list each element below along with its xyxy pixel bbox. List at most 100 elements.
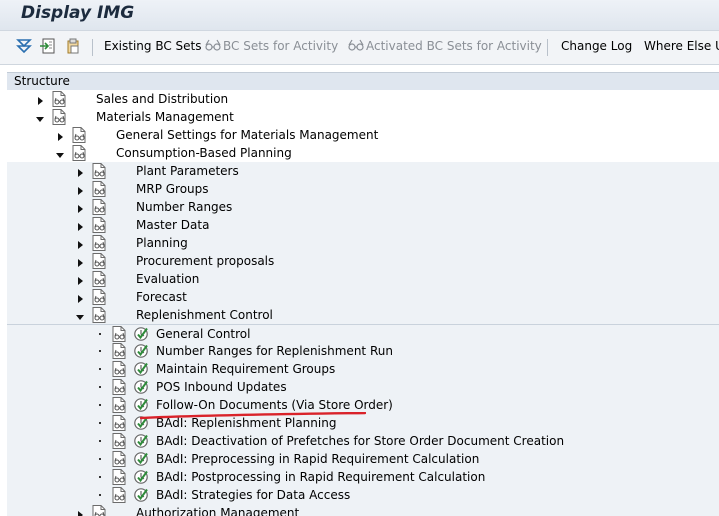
documentation-icon[interactable] [92,217,106,233]
documentation-icon[interactable] [112,343,126,359]
expand-arrow-icon[interactable] [76,238,84,249]
documentation-icon[interactable] [92,235,106,251]
collapse-arrow-icon[interactable] [56,148,64,158]
expand-arrow-icon[interactable] [76,202,84,213]
documentation-icon[interactable] [112,379,126,395]
documentation-icon[interactable] [72,127,86,143]
tree-column-header: Structure [7,72,719,91]
tree-node[interactable]: Consumption-Based Planning [7,144,719,162]
expand-arrow-icon[interactable] [36,94,44,105]
tree-node-label: BAdI: Postprocessing in Rapid Requiremen… [156,470,486,484]
expand-arrow-icon[interactable] [76,508,84,516]
tree-node[interactable]: Replenishment Control [7,306,719,324]
leaf-bullet [99,476,101,478]
tree-node-label: MRP Groups [136,182,209,196]
tree-node[interactable]: Evaluation [7,270,719,288]
tree-node[interactable]: BAdI: Strategies for Data Access [7,486,719,504]
leaf-bullet [99,333,101,335]
tree-node[interactable]: Maintain Requirement Groups [7,360,719,378]
tree-node-label: Replenishment Control [136,308,273,322]
expand-arrow-icon[interactable] [76,184,84,195]
existing-bc-sets-button[interactable]: Existing BC Sets [104,39,202,53]
tree-node[interactable]: MRP Groups [7,180,719,198]
documentation-icon[interactable] [112,361,126,377]
expand-arrow-icon[interactable] [76,220,84,231]
tree-node-label: Materials Management [96,110,234,124]
toolbar-separator [547,39,548,56]
execute-activity-icon[interactable] [133,397,149,413]
tree-node-label: Plant Parameters [136,164,239,178]
expand-arrow-icon[interactable] [56,130,64,141]
tree-node[interactable]: Planning [7,234,719,252]
documentation-icon[interactable] [112,326,126,342]
tree-node[interactable]: General Settings for Materials Managemen… [7,126,719,144]
activated-bc-sets-label: Activated BC Sets for Activity [366,39,542,53]
expand-arrow-icon[interactable] [76,274,84,285]
documentation-icon[interactable] [112,433,126,449]
execute-activity-icon[interactable] [133,326,149,342]
tree-node[interactable]: General Control [7,324,719,343]
execute-activity-icon[interactable] [133,451,149,467]
load-icon[interactable] [40,38,56,54]
execute-activity-icon[interactable] [133,379,149,395]
tree-node[interactable]: Plant Parameters [7,162,719,180]
tree-node[interactable]: Sales and Distribution [7,90,719,108]
documentation-icon[interactable] [92,199,106,215]
tree-node[interactable]: BAdI: Deactivation of Prefetches for Sto… [7,432,719,450]
documentation-icon[interactable] [112,487,126,503]
execute-activity-icon[interactable] [133,487,149,503]
tree-node[interactable]: POS Inbound Updates [7,378,719,396]
bc-sets-for-activity-label: BC Sets for Activity [223,39,339,53]
tree-node-label: Authorization Management [136,506,300,516]
execute-activity-icon[interactable] [133,433,149,449]
documentation-icon[interactable] [92,271,106,287]
tree-node[interactable]: Number Ranges for Replenishment Run [7,342,719,360]
clipboard-icon[interactable] [65,38,81,54]
documentation-icon[interactable] [52,91,66,107]
tree-node[interactable]: BAdI: Preprocessing in Rapid Requirement… [7,450,719,468]
documentation-icon[interactable] [112,469,126,485]
tree-node-label: Forecast [136,290,187,304]
documentation-icon[interactable] [92,163,106,179]
execute-activity-icon[interactable] [133,361,149,377]
tree-node[interactable]: Master Data [7,216,719,234]
tree-node[interactable]: BAdI: Postprocessing in Rapid Requiremen… [7,468,719,486]
red-underline-annotation [140,412,366,420]
collapse-arrow-icon[interactable] [36,112,44,122]
expand-all-icon[interactable] [16,38,32,54]
tree-node[interactable]: Authorization Management [7,504,719,516]
leaf-bullet [99,440,101,442]
documentation-icon[interactable] [52,109,66,125]
tree-node[interactable]: Number Ranges [7,198,719,216]
expand-arrow-icon[interactable] [76,292,84,303]
execute-activity-icon[interactable] [133,469,149,485]
expand-arrow-icon[interactable] [76,166,84,177]
tree-node[interactable]: Materials Management [7,108,719,126]
glasses-icon [348,39,364,51]
documentation-icon[interactable] [92,307,106,323]
tree-node-label: General Control [156,327,251,341]
tree-node-label: Planning [136,236,188,250]
img-structure-tree: Sales and Distribution Materials Manageme… [7,90,719,516]
tree-node-label: Maintain Requirement Groups [156,362,336,376]
documentation-icon[interactable] [112,397,126,413]
documentation-icon[interactable] [112,451,126,467]
documentation-icon[interactable] [92,181,106,197]
documentation-icon[interactable] [92,289,106,305]
change-log-button[interactable]: Change Log [561,39,632,53]
expand-arrow-icon[interactable] [76,256,84,267]
collapse-arrow-icon[interactable] [76,310,84,320]
documentation-icon[interactable] [72,145,86,161]
execute-activity-icon[interactable] [133,343,149,359]
documentation-icon[interactable] [112,415,126,431]
bc-sets-for-activity-button[interactable]: BC Sets for Activity [205,39,338,53]
documentation-icon[interactable] [92,253,106,269]
leaf-bullet [99,386,101,388]
tree-node[interactable]: Procurement proposals [7,252,719,270]
activated-bc-sets-button[interactable]: Activated BC Sets for Activity [348,39,542,53]
tree-node[interactable]: Forecast [7,288,719,306]
leaf-bullet [99,404,101,406]
where-else-used-button[interactable]: Where Else U [644,39,719,53]
documentation-icon[interactable] [92,505,106,516]
tree-node-label: BAdI: Strategies for Data Access [156,488,351,502]
